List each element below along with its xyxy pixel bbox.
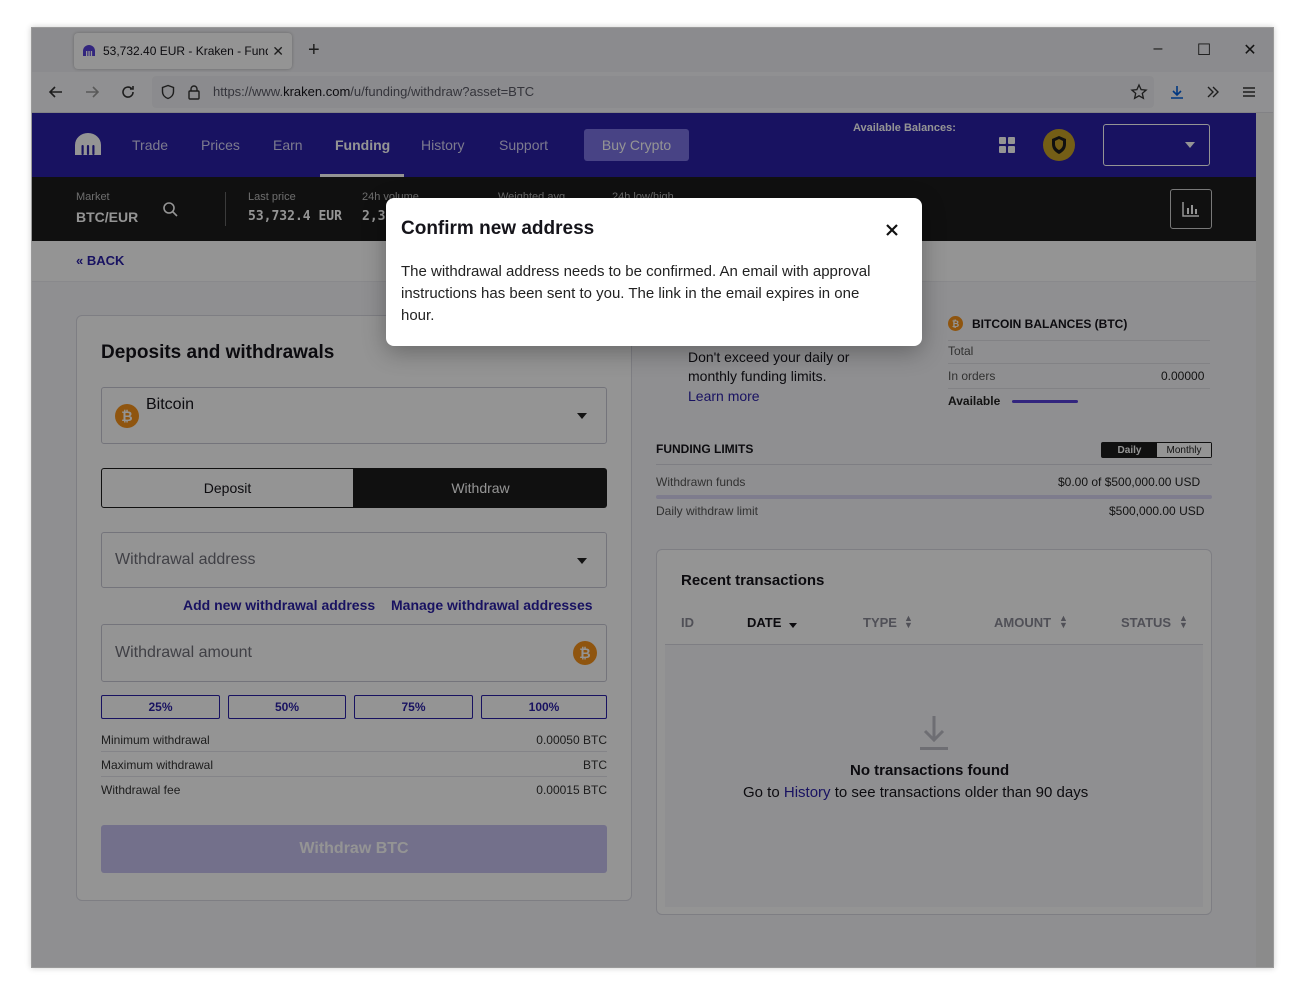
modal-title: Confirm new address [401, 218, 595, 239]
modal-body: The withdrawal address needs to be confi… [401, 263, 871, 324]
close-icon[interactable] [882, 220, 902, 240]
browser-window: 53,732.40 EUR - Kraken - Funding ✕ + – ☐… [31, 27, 1274, 968]
modal-overlay[interactable] [32, 28, 1273, 967]
confirm-address-modal: Confirm new address The withdrawal addre… [386, 198, 922, 346]
